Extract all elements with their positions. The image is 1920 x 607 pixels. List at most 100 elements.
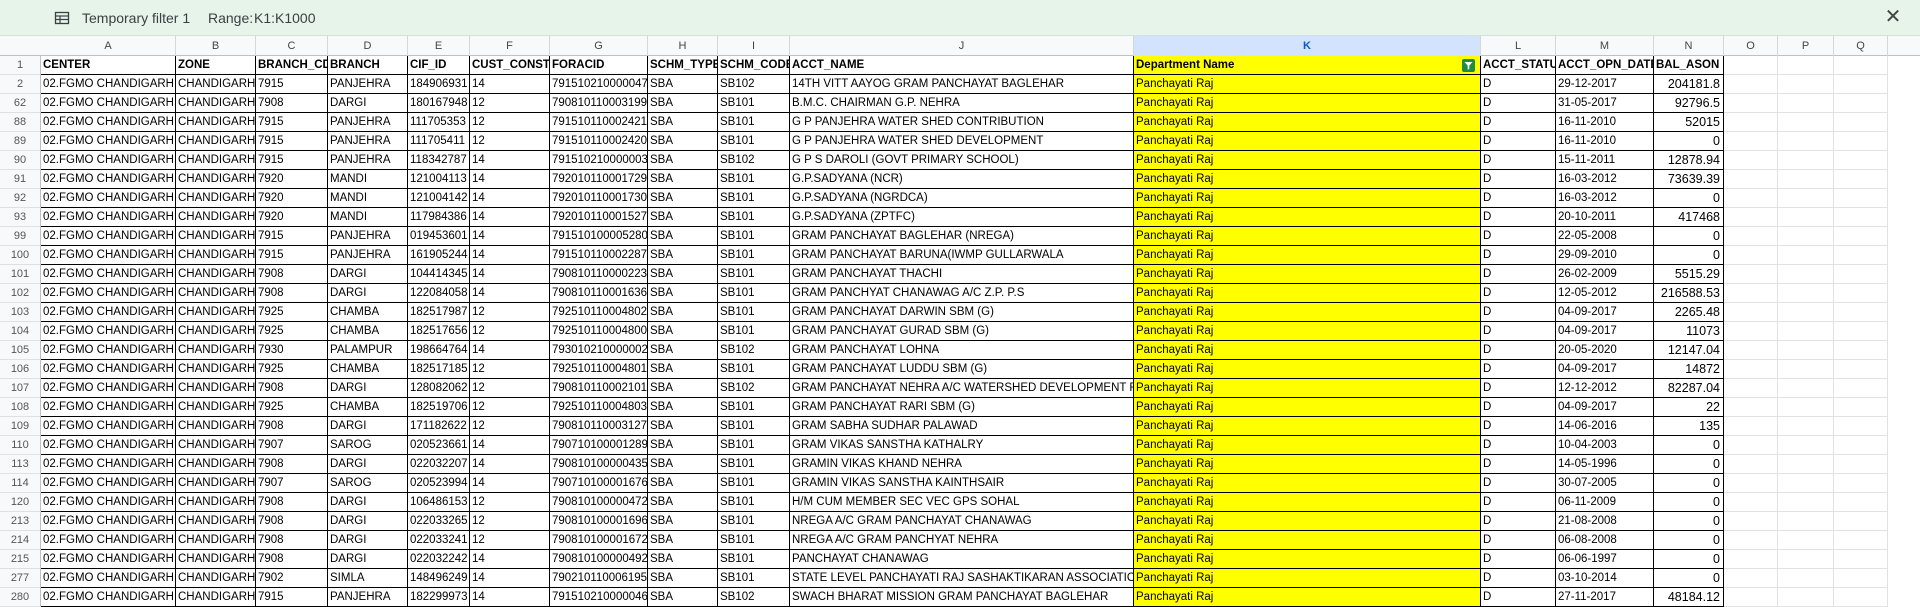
table-cell[interactable]: 52015 bbox=[1654, 113, 1724, 132]
table-cell[interactable]: 7908 bbox=[256, 455, 328, 474]
table-cell[interactable]: 7908 bbox=[256, 531, 328, 550]
table-cell[interactable]: 7908 bbox=[256, 94, 328, 113]
table-cell[interactable] bbox=[1724, 493, 1778, 512]
table-cell[interactable]: D bbox=[1481, 75, 1556, 94]
table-cell[interactable]: CHANDIGARH bbox=[176, 531, 256, 550]
table-cell[interactable]: 02.FGMO CHANDIGARH bbox=[41, 132, 176, 151]
table-cell[interactable]: 06-08-2008 bbox=[1556, 531, 1654, 550]
table-cell[interactable]: STATE LEVEL PANCHAYATI RAJ SASHAKTIKARAN… bbox=[790, 569, 1134, 588]
table-cell[interactable] bbox=[1778, 360, 1834, 379]
table-cell[interactable]: NREGA A/C GRAM PANCHAYAT CHANAWAG bbox=[790, 512, 1134, 531]
table-cell[interactable]: 022033241 bbox=[408, 531, 470, 550]
table-cell[interactable]: SB102 bbox=[718, 151, 790, 170]
row-number[interactable]: 93 bbox=[0, 208, 41, 227]
table-cell[interactable] bbox=[1724, 588, 1778, 607]
table-cell[interactable]: 7915 bbox=[256, 151, 328, 170]
table-cell[interactable] bbox=[1724, 436, 1778, 455]
table-cell[interactable]: 7908101100016369 bbox=[550, 284, 648, 303]
column-header-p[interactable]: P bbox=[1778, 36, 1834, 56]
table-cell[interactable]: SBA bbox=[648, 398, 718, 417]
table-cell[interactable]: 14 bbox=[470, 75, 550, 94]
column-header-d[interactable]: D bbox=[328, 36, 408, 56]
table-cell[interactable]: PANJEHRA bbox=[328, 132, 408, 151]
table-cell[interactable]: SBA bbox=[648, 474, 718, 493]
table-cell[interactable] bbox=[1778, 379, 1834, 398]
table-cell[interactable]: 12 bbox=[470, 322, 550, 341]
table-cell[interactable]: 020523994 bbox=[408, 474, 470, 493]
table-cell[interactable]: 14 bbox=[470, 170, 550, 189]
table-cell[interactable]: Panchayati Raj bbox=[1134, 569, 1481, 588]
table-cell[interactable]: D bbox=[1481, 455, 1556, 474]
table-cell[interactable]: 022032242 bbox=[408, 550, 470, 569]
table-cell[interactable]: SBA bbox=[648, 493, 718, 512]
table-cell[interactable]: 7920 bbox=[256, 208, 328, 227]
row-number[interactable]: 88 bbox=[0, 113, 41, 132]
table-cell[interactable]: SBA bbox=[648, 455, 718, 474]
table-cell[interactable]: 182517656 bbox=[408, 322, 470, 341]
header-cell[interactable] bbox=[1724, 56, 1778, 75]
table-cell[interactable]: 7915 bbox=[256, 227, 328, 246]
table-cell[interactable] bbox=[1834, 113, 1888, 132]
row-number[interactable]: 110 bbox=[0, 436, 41, 455]
table-cell[interactable]: 04-09-2017 bbox=[1556, 303, 1654, 322]
table-cell[interactable]: 7908 bbox=[256, 265, 328, 284]
header-cell[interactable]: FORACID bbox=[550, 56, 648, 75]
table-cell[interactable]: D bbox=[1481, 436, 1556, 455]
table-cell[interactable]: GRAM PANCHAYAT LOHNA bbox=[790, 341, 1134, 360]
table-cell[interactable]: DARGI bbox=[328, 379, 408, 398]
table-cell[interactable]: 7915102100000463 bbox=[550, 588, 648, 607]
table-cell[interactable]: SB101 bbox=[718, 398, 790, 417]
table-cell[interactable]: 0 bbox=[1654, 550, 1724, 569]
table-cell[interactable]: 22 bbox=[1654, 398, 1724, 417]
table-cell[interactable] bbox=[1834, 455, 1888, 474]
table-cell[interactable]: 02.FGMO CHANDIGARH bbox=[41, 284, 176, 303]
table-cell[interactable]: 7915 bbox=[256, 132, 328, 151]
table-cell[interactable]: 14-05-1996 bbox=[1556, 455, 1654, 474]
table-cell[interactable]: 16-11-2010 bbox=[1556, 113, 1654, 132]
table-cell[interactable]: SBA bbox=[648, 550, 718, 569]
table-cell[interactable]: 7907 bbox=[256, 436, 328, 455]
table-cell[interactable]: SBA bbox=[648, 569, 718, 588]
table-cell[interactable]: Panchayati Raj bbox=[1134, 341, 1481, 360]
table-cell[interactable]: D bbox=[1481, 322, 1556, 341]
table-cell[interactable] bbox=[1834, 75, 1888, 94]
table-cell[interactable]: 020523661 bbox=[408, 436, 470, 455]
table-cell[interactable]: 02.FGMO CHANDIGARH bbox=[41, 588, 176, 607]
row-number[interactable]: 213 bbox=[0, 512, 41, 531]
header-cell[interactable]: BAL_ASON bbox=[1654, 56, 1724, 75]
table-cell[interactable] bbox=[1724, 398, 1778, 417]
table-cell[interactable]: 30-07-2005 bbox=[1556, 474, 1654, 493]
table-cell[interactable] bbox=[1724, 170, 1778, 189]
table-cell[interactable] bbox=[1834, 94, 1888, 113]
table-cell[interactable]: 12 bbox=[470, 132, 550, 151]
table-cell[interactable]: Panchayati Raj bbox=[1134, 113, 1481, 132]
row-number[interactable]: 1 bbox=[0, 56, 41, 75]
row-number[interactable]: 101 bbox=[0, 265, 41, 284]
table-cell[interactable] bbox=[1724, 113, 1778, 132]
table-cell[interactable]: 7925 bbox=[256, 322, 328, 341]
table-cell[interactable]: 198664764 bbox=[408, 341, 470, 360]
table-cell[interactable]: 0 bbox=[1654, 227, 1724, 246]
table-cell[interactable]: 02.FGMO CHANDIGARH bbox=[41, 379, 176, 398]
table-cell[interactable] bbox=[1724, 341, 1778, 360]
table-cell[interactable]: 5515.29 bbox=[1654, 265, 1724, 284]
table-cell[interactable]: SB101 bbox=[718, 208, 790, 227]
table-cell[interactable]: D bbox=[1481, 284, 1556, 303]
column-header-g[interactable]: G bbox=[550, 36, 648, 56]
table-cell[interactable]: Panchayati Raj bbox=[1134, 531, 1481, 550]
table-cell[interactable]: SB101 bbox=[718, 132, 790, 151]
table-cell[interactable]: 417468 bbox=[1654, 208, 1724, 227]
table-cell[interactable]: GRAM PANCHYAT CHANAWAG A/C Z.P. P.S bbox=[790, 284, 1134, 303]
header-cell[interactable]: ACCT_STATUS bbox=[1481, 56, 1556, 75]
table-cell[interactable]: 7902101100061952 bbox=[550, 569, 648, 588]
table-cell[interactable]: Panchayati Raj bbox=[1134, 265, 1481, 284]
table-cell[interactable]: 04-09-2017 bbox=[1556, 398, 1654, 417]
table-cell[interactable]: D bbox=[1481, 417, 1556, 436]
header-cell[interactable]: CIF_ID bbox=[408, 56, 470, 75]
table-cell[interactable]: CHANDIGARH bbox=[176, 170, 256, 189]
table-cell[interactable]: CHANDIGARH bbox=[176, 151, 256, 170]
row-number[interactable]: 109 bbox=[0, 417, 41, 436]
table-cell[interactable]: SBA bbox=[648, 208, 718, 227]
table-cell[interactable] bbox=[1778, 341, 1834, 360]
table-cell[interactable]: SBA bbox=[648, 151, 718, 170]
